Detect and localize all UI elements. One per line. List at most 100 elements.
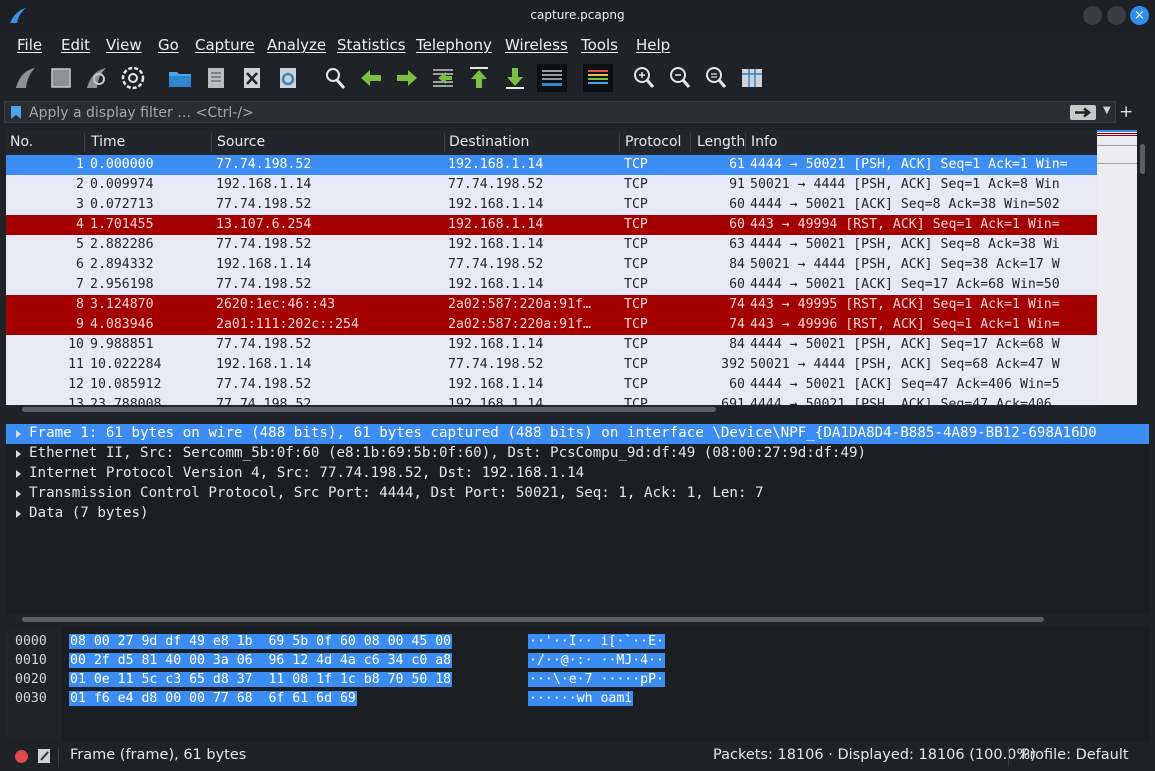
display-filter-input[interactable] bbox=[29, 103, 1069, 122]
packet-row[interactable]: 13 23.788008 77.74.198.52 192.168.1.14 TCP 69… bbox=[6, 395, 1097, 405]
menu-tools[interactable]: Tools bbox=[581, 36, 618, 54]
filter-history-dropdown-icon[interactable]: ▼ bbox=[1103, 105, 1111, 116]
menu-view[interactable]: View bbox=[106, 36, 142, 54]
packet-row[interactable]: 5 2.882286 77.74.198.52 192.168.1.14 TCP 63 44… bbox=[6, 235, 1097, 255]
colorize-icon[interactable] bbox=[583, 64, 613, 92]
detail-tree-item[interactable]: Internet Protocol Version 4, Src: 77.74.… bbox=[6, 464, 1149, 484]
status-profile[interactable]: Profile: Default bbox=[1021, 747, 1129, 763]
packet-cell-no: 11 bbox=[68, 357, 84, 372]
byte-hex-dump[interactable]: 01 f6 e4 d8 00 00 77 68 6f 61 6d 69 bbox=[69, 691, 357, 706]
detail-tree-item[interactable]: Frame 1: 61 bytes on wire (488 bits), 61… bbox=[6, 424, 1149, 444]
menu-go[interactable]: Go bbox=[158, 36, 179, 54]
capture-options-gear-icon[interactable] bbox=[119, 64, 147, 92]
resize-columns-icon[interactable] bbox=[738, 64, 766, 92]
go-forward-icon[interactable] bbox=[393, 64, 421, 92]
column-info[interactable]: Info bbox=[751, 134, 778, 150]
packet-row[interactable]: 8 3.124870 2620:1ec:46::43 2a02:587:220a:91… bbox=[6, 295, 1097, 315]
packet-cell-src: 2620:1ec:46::43 bbox=[216, 297, 336, 312]
filter-bookmark-icon[interactable] bbox=[11, 106, 21, 119]
packet-row[interactable]: 11 10.022284 192.168.1.14 77.74.198.52 TCP 39… bbox=[6, 355, 1097, 375]
detail-tree-label: Internet Protocol Version 4, Src: 77.74.… bbox=[29, 465, 585, 481]
details-horizontal-scrollbar[interactable] bbox=[6, 614, 1149, 624]
packet-cell-info: 4444 → 50021 [PSH, ACK] Seq=17 Ack=68 W bbox=[750, 337, 1060, 352]
expert-info-indicator-icon[interactable] bbox=[15, 750, 28, 763]
column-source[interactable]: Source bbox=[217, 134, 265, 150]
column-divider[interactable] bbox=[444, 133, 445, 152]
packet-cell-info: 443 → 49996 [RST, ACK] Seq=1 Ack=1 Win= bbox=[750, 317, 1060, 332]
packet-list-horizontal-scrollbar[interactable] bbox=[6, 405, 1097, 414]
menu-file[interactable]: File bbox=[17, 36, 42, 54]
apply-filter-button[interactable] bbox=[1070, 105, 1096, 120]
packet-list-vertical-scrollbar[interactable] bbox=[1138, 130, 1148, 405]
find-packet-icon[interactable] bbox=[321, 64, 349, 92]
detail-tree-item[interactable]: Transmission Control Protocol, Src Port:… bbox=[6, 484, 1149, 504]
column-divider[interactable] bbox=[619, 133, 620, 152]
column-destination[interactable]: Destination bbox=[449, 134, 529, 150]
menu-statistics[interactable]: Statistics bbox=[337, 36, 406, 54]
menu-telephony[interactable]: Telephony bbox=[416, 36, 492, 54]
packet-row[interactable]: 10 9.988851 77.74.198.52 192.168.1.14 TCP 84 4… bbox=[6, 335, 1097, 355]
maximize-button[interactable] bbox=[1107, 6, 1126, 25]
expand-arrow-icon[interactable] bbox=[16, 490, 21, 498]
packet-cell-dst: 192.168.1.14 bbox=[448, 337, 544, 352]
zoom-in-icon[interactable] bbox=[630, 64, 658, 92]
auto-scroll-icon[interactable] bbox=[537, 64, 567, 92]
byte-ascii-dump[interactable]: ·/··@·:· ··MJ·4·· bbox=[528, 653, 665, 668]
packet-row[interactable]: 9 4.083946 2a01:111:202c::254 2a02:587:220a… bbox=[6, 315, 1097, 335]
detail-tree-label: Transmission Control Protocol, Src Port:… bbox=[29, 485, 764, 501]
expand-arrow-icon[interactable] bbox=[16, 430, 21, 438]
zoom-out-icon[interactable] bbox=[666, 64, 694, 92]
go-back-icon[interactable] bbox=[357, 64, 385, 92]
open-folder-icon[interactable] bbox=[166, 64, 194, 92]
menu-edit[interactable]: Edit bbox=[61, 36, 90, 54]
close-file-icon[interactable] bbox=[238, 64, 266, 92]
column-divider[interactable] bbox=[690, 133, 691, 152]
packet-cell-proto: TCP bbox=[624, 197, 648, 212]
byte-hex-dump[interactable]: 01 0e 11 5c c3 65 d8 37 11 08 1f 1c b8 7… bbox=[69, 672, 453, 687]
byte-ascii-dump[interactable]: ······wh oami bbox=[528, 691, 634, 706]
column-divider[interactable] bbox=[84, 133, 85, 152]
reload-file-icon[interactable] bbox=[274, 64, 302, 92]
column-no[interactable]: No. bbox=[10, 134, 33, 150]
last-packet-icon[interactable] bbox=[501, 64, 529, 92]
normal-size-icon[interactable] bbox=[702, 64, 730, 92]
packet-row[interactable]: 4 1.701455 13.107.6.254 192.168.1.14 TCP 60 44… bbox=[6, 215, 1097, 235]
byte-ascii-dump[interactable]: ··'··I·· i[·`··E· bbox=[528, 634, 665, 649]
minimize-button[interactable] bbox=[1083, 6, 1102, 25]
menu-help[interactable]: Help bbox=[636, 36, 670, 54]
column-time[interactable]: Time bbox=[91, 134, 125, 150]
column-protocol[interactable]: Protocol bbox=[625, 134, 681, 150]
packet-row[interactable]: 1 0.000000 77.74.198.52 192.168.1.14 TCP 61 44… bbox=[6, 155, 1097, 175]
packet-row[interactable]: 2 0.009974 192.168.1.14 77.74.198.52 TCP 91 50… bbox=[6, 175, 1097, 195]
detail-tree-item[interactable]: Data (7 bytes) bbox=[6, 504, 1149, 524]
go-to-packet-icon[interactable] bbox=[429, 64, 457, 92]
byte-ascii-dump[interactable]: ···\·e·7 ·····pP· bbox=[528, 672, 665, 687]
menu-wireless[interactable]: Wireless bbox=[505, 36, 568, 54]
expand-arrow-icon[interactable] bbox=[16, 470, 21, 478]
packet-cell-no: 4 bbox=[76, 217, 84, 232]
save-file-icon[interactable] bbox=[202, 64, 230, 92]
expand-arrow-icon[interactable] bbox=[16, 450, 21, 458]
packet-row[interactable]: 6 2.894332 192.168.1.14 77.74.198.52 TCP 84 50… bbox=[6, 255, 1097, 275]
menu-analyze[interactable]: Analyze bbox=[267, 36, 326, 54]
menu-capture[interactable]: Capture bbox=[195, 36, 255, 54]
stop-square-icon[interactable] bbox=[47, 64, 75, 92]
detail-tree-item[interactable]: Ethernet II, Src: Sercomm_5b:0f:60 (e8:1… bbox=[6, 444, 1149, 464]
first-packet-icon[interactable] bbox=[465, 64, 493, 92]
shark-fin-start-icon[interactable] bbox=[12, 64, 40, 92]
column-divider[interactable] bbox=[745, 133, 746, 152]
column-divider[interactable] bbox=[211, 133, 212, 152]
byte-hex-dump[interactable]: 08 00 27 9d df 49 e8 1b 69 5b 0f 60 08 0… bbox=[69, 634, 453, 649]
packet-row[interactable]: 3 0.072713 77.74.198.52 192.168.1.14 TCP 60 44… bbox=[6, 195, 1097, 215]
add-filter-button[interactable]: + bbox=[1119, 101, 1133, 123]
close-button[interactable]: × bbox=[1130, 6, 1149, 25]
capture-comment-icon[interactable] bbox=[37, 748, 51, 764]
packet-minimap[interactable] bbox=[1097, 130, 1137, 405]
packet-row[interactable]: 7 2.956198 77.74.198.52 192.168.1.14 TCP 60 44… bbox=[6, 275, 1097, 295]
byte-hex-dump[interactable]: 00 2f d5 81 40 00 3a 06 96 12 4d 4a c6 3… bbox=[69, 653, 453, 668]
expand-arrow-icon[interactable] bbox=[16, 510, 21, 518]
restart-shark-icon[interactable] bbox=[83, 64, 111, 92]
packet-cell-time: 10.085912 bbox=[90, 377, 162, 392]
column-length[interactable]: Length bbox=[697, 134, 745, 150]
packet-row[interactable]: 12 10.085912 77.74.198.52 192.168.1.14 TCP 60… bbox=[6, 375, 1097, 395]
